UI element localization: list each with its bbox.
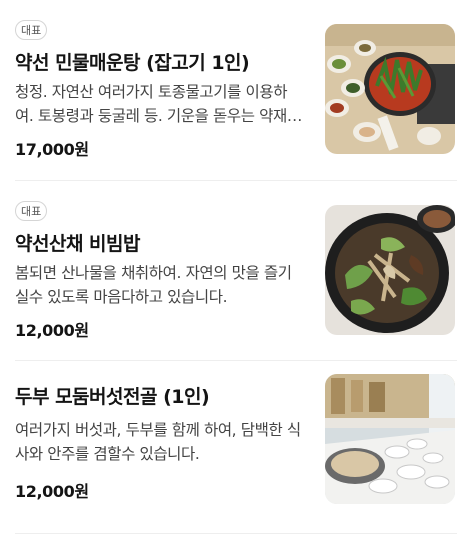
tofu-mushroom-hotpot-photo <box>325 374 455 504</box>
representative-badge: 대표 <box>15 20 48 40</box>
menu-item-photo[interactable] <box>325 24 455 154</box>
menu-item-price: 12,000원 <box>15 482 89 501</box>
divider <box>15 533 457 534</box>
menu-item-tofu-mushroom-hotpot[interactable]: 두부 모둠버섯전골 (1인) 여러가지 버섯과, 두부를 함께 하여, 담백한 … <box>15 374 457 524</box>
menu-item-photo[interactable] <box>325 374 455 504</box>
menu-item-price: 12,000원 <box>15 321 89 340</box>
menu-item-description: 봄되면 산나물을 채취하여. 자연의 맛을 즐기실수 있도록 마음다하고 있습니… <box>15 264 292 306</box>
divider <box>15 360 457 361</box>
menu-item-title[interactable]: 두부 모둠버섯전골 (1인) <box>15 382 210 409</box>
menu-item-title[interactable]: 약선산채 비빔밥 <box>15 229 140 256</box>
menu-item-description: 여러가지 버섯과, 두부를 함께 하여, 담백한 식사와 안주를 겸할수 있습니… <box>15 421 301 463</box>
menu-item-price: 17,000원 <box>15 140 89 159</box>
menu-item-description: 청정. 자연산 여러가지 토종물고기를 이용하여. 토봉령과 둥굴레 등. 기운… <box>15 83 301 125</box>
menu-item-title[interactable]: 약선 민물매운탕 (잡고기 1인) <box>15 48 250 75</box>
wild-vegetable-bibimbap-photo <box>325 205 455 335</box>
representative-badge: 대표 <box>15 201 48 221</box>
menu-item-bibimbap[interactable]: 대표 약선산채 비빔밥 봄되면 산나물을 채취하여. 자연의 맛을 즐기실수 있… <box>15 195 457 345</box>
menu-item-photo[interactable] <box>325 205 455 335</box>
spicy-fish-stew-photo <box>325 24 455 154</box>
divider <box>15 180 457 181</box>
menu-item-spicy-fish-stew[interactable]: 대표 약선 민물매운탕 (잡고기 1인) 청정. 자연산 여러가지 토종물고기를… <box>15 14 457 164</box>
menu-list: 대표 약선 민물매운탕 (잡고기 1인) 청정. 자연산 여러가지 토종물고기를… <box>0 0 472 544</box>
